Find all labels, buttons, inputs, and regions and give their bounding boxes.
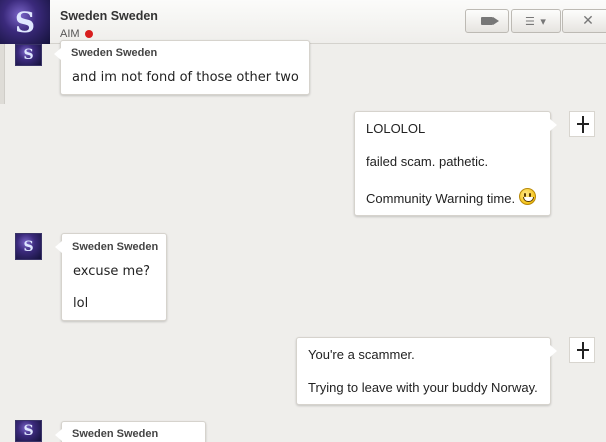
message-bubble-incoming: Sweden Sweden [55,421,206,442]
smiley-emoji-icon [519,188,537,205]
sender-avatar[interactable]: S [15,233,42,260]
avatar-s-glyph: S [14,5,36,39]
contact-avatar[interactable]: S [0,0,50,44]
message-text: lol [73,296,89,311]
list-menu-icon: ☰ ▾ [525,14,547,28]
message-bubble-incoming: Sweden Sweden excuse me? lol [55,233,167,321]
message-sender: Sweden Sweden [72,428,159,440]
contact-status: AIM [60,28,93,40]
message-sender: Sweden Sweden [71,47,158,59]
message-text: Trying to leave with your buddy Norway. [308,380,538,395]
message-text: failed scam. pathetic. [366,154,489,169]
close-icon: ✕ [582,13,594,29]
avatar-s-glyph: S [23,238,34,255]
video-camera-icon [481,17,499,25]
message-text-span: Community Warning time. [366,191,516,206]
video-call-button[interactable] [465,9,509,33]
avatar-s-glyph: S [23,47,34,63]
message-bubble-outgoing: You're a scammer. Trying to leave with y… [296,337,557,405]
sender-avatar[interactable]: S [15,420,42,442]
chat-header: S Sweden Sweden AIM ☰ ▾ ✕ [0,0,606,44]
close-button[interactable]: ✕ [562,9,606,33]
scrollbar[interactable] [0,44,5,104]
self-avatar-icon[interactable] [569,337,595,363]
message-bubble-outgoing: LOLOLOL failed scam. pathetic. Community… [354,111,557,216]
contact-name: Sweden Sweden [60,9,158,23]
sender-avatar[interactable]: S [15,44,42,66]
message-text: Community Warning time. [366,188,537,206]
message-bubble-incoming: Sweden Sweden and im not fond of those o… [54,40,310,95]
message-text: You're a scammer. [308,347,415,362]
self-avatar-icon[interactable] [569,111,595,137]
message-text: excuse me? [73,264,151,279]
message-text: and im not fond of those other two [72,70,299,85]
options-menu-button[interactable]: ☰ ▾ [511,9,561,33]
avatar-s-glyph: S [23,423,34,439]
message-text: LOLOLOL [366,121,426,136]
service-label: AIM [60,28,80,40]
status-dot-icon [84,30,93,38]
message-sender: Sweden Sweden [72,241,159,253]
